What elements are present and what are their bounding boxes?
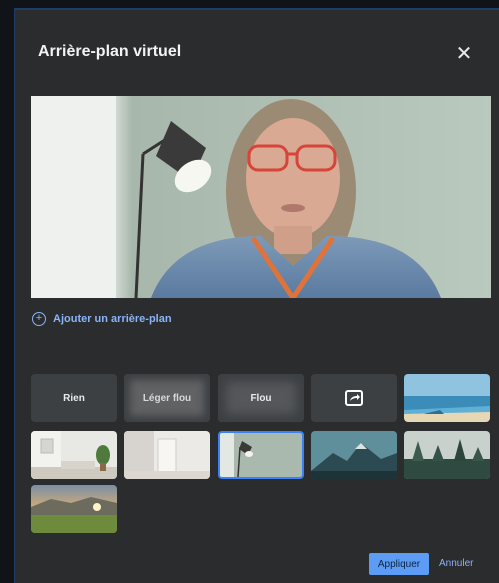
option-blur-label: Flou [250, 392, 272, 404]
close-icon[interactable]: ✕ [453, 43, 475, 65]
background-green-wall-lamp[interactable] [218, 431, 304, 479]
mountains-image [311, 431, 397, 479]
background-foggy-forest[interactable] [404, 431, 490, 479]
add-background-button[interactable]: + Ajouter un arrière-plan [32, 312, 172, 326]
background-option-upload[interactable] [311, 374, 397, 422]
beach-image [404, 374, 490, 422]
option-light-blur-label: Léger flou [142, 392, 192, 404]
green-wall-lamp-image [220, 433, 302, 477]
plus-circle-icon: + [32, 312, 46, 326]
cancel-button[interactable]: Annuler [439, 553, 473, 575]
background-sunset-hills[interactable] [31, 485, 117, 533]
background-white-hallway[interactable] [124, 431, 210, 479]
background-mountains[interactable] [311, 431, 397, 479]
add-background-label: Ajouter un arrière-plan [53, 313, 172, 325]
background-living-room[interactable] [31, 431, 117, 479]
apply-button[interactable]: Appliquer [369, 553, 429, 575]
white-hallway-image [124, 431, 210, 479]
dialog-title: Arrière-plan virtuel [38, 43, 182, 60]
option-none-label: Rien [63, 392, 85, 404]
camera-preview [31, 96, 491, 298]
background-option-none[interactable]: Rien [31, 374, 117, 422]
sunset-hills-image [31, 485, 117, 533]
foggy-forest-image [404, 431, 490, 479]
background-option-light-blur[interactable]: Léger flou [124, 374, 210, 422]
background-beach[interactable] [404, 374, 490, 422]
background-option-blur[interactable]: Flou [218, 374, 304, 422]
living-room-image [31, 431, 117, 479]
virtual-background-dialog: Arrière-plan virtuel ✕ + Ajouter un arri… [14, 8, 499, 583]
share-screen-icon [345, 390, 363, 406]
camera-preview-image [31, 96, 491, 298]
